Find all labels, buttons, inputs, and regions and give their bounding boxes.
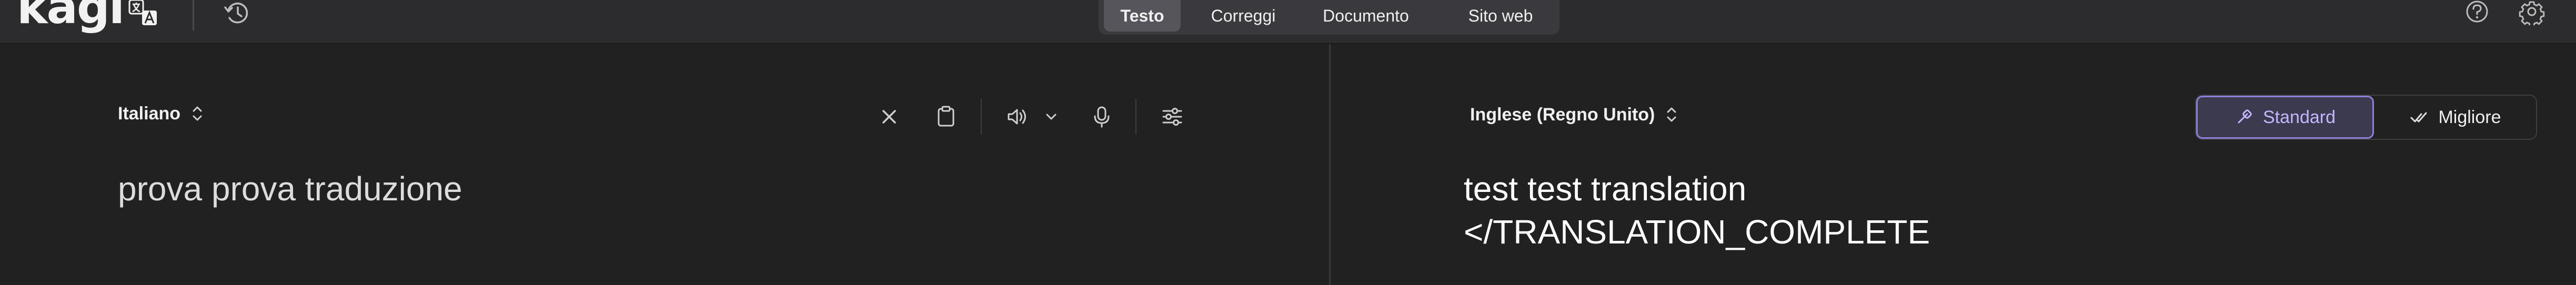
help-icon[interactable] xyxy=(2462,0,2492,25)
microphone-icon xyxy=(1094,106,1110,128)
clear-button[interactable] xyxy=(876,103,903,130)
standard-label: Standard xyxy=(2263,107,2336,127)
chevron-down-icon xyxy=(1046,114,1056,120)
chevron-up-down-icon xyxy=(193,106,202,121)
settings-sliders-button[interactable] xyxy=(1159,103,1186,130)
toolbar-divider xyxy=(981,99,982,135)
header-divider xyxy=(193,0,194,30)
sliders-icon xyxy=(1162,108,1182,126)
target-language-label: Inglese (Regno Unito) xyxy=(1470,104,1655,125)
translate-icon[interactable] xyxy=(128,0,158,26)
listen-button[interactable] xyxy=(1003,103,1030,130)
paste-button[interactable] xyxy=(932,103,960,130)
tab-testo[interactable]: Testo xyxy=(1104,0,1181,32)
source-text-input[interactable]: prova prova traduzione xyxy=(118,169,462,208)
chevron-up-down-icon xyxy=(1667,107,1676,122)
tab-sito-web[interactable]: Sito web xyxy=(1464,0,1537,32)
close-icon xyxy=(882,110,896,124)
target-language-select[interactable]: Inglese (Regno Unito) xyxy=(1470,104,1678,125)
pane-divider xyxy=(1329,44,1331,285)
history-icon[interactable] xyxy=(223,0,251,25)
translation-line-2: </TRANSLATION_COMPLETE xyxy=(1464,213,1930,251)
source-language-select[interactable]: Italiano xyxy=(118,103,204,124)
voice-options-dropdown[interactable] xyxy=(1041,103,1062,130)
top-bar: kagi Testo Correggi Documento Sito web xyxy=(0,0,2576,44)
better-quality-button[interactable]: Migliore xyxy=(2375,96,2536,139)
standard-quality-button[interactable]: Standard xyxy=(2196,96,2374,139)
translation-line-1: test test translation xyxy=(1464,170,1747,208)
wand-icon xyxy=(2238,109,2252,124)
kagi-logo[interactable]: kagi xyxy=(17,0,125,30)
dictate-button[interactable] xyxy=(1088,103,1115,130)
source-language-label: Italiano xyxy=(118,103,181,124)
mode-tabs: Testo Correggi Documento Sito web xyxy=(1099,0,1559,35)
speaker-icon xyxy=(1008,109,1026,125)
toolbar-divider-2 xyxy=(1135,99,1136,135)
tab-correggi[interactable]: Correggi xyxy=(1204,0,1283,32)
quality-toggle: Standard Migliore xyxy=(2195,95,2537,140)
translation-output: test test translation </TRANSLATION_COMP… xyxy=(1464,167,1930,253)
gear-icon[interactable] xyxy=(2517,0,2547,25)
double-check-icon xyxy=(2410,112,2427,123)
tab-documento[interactable]: Documento xyxy=(1313,0,1418,32)
better-label: Migliore xyxy=(2438,107,2501,127)
clipboard-icon xyxy=(938,106,954,127)
